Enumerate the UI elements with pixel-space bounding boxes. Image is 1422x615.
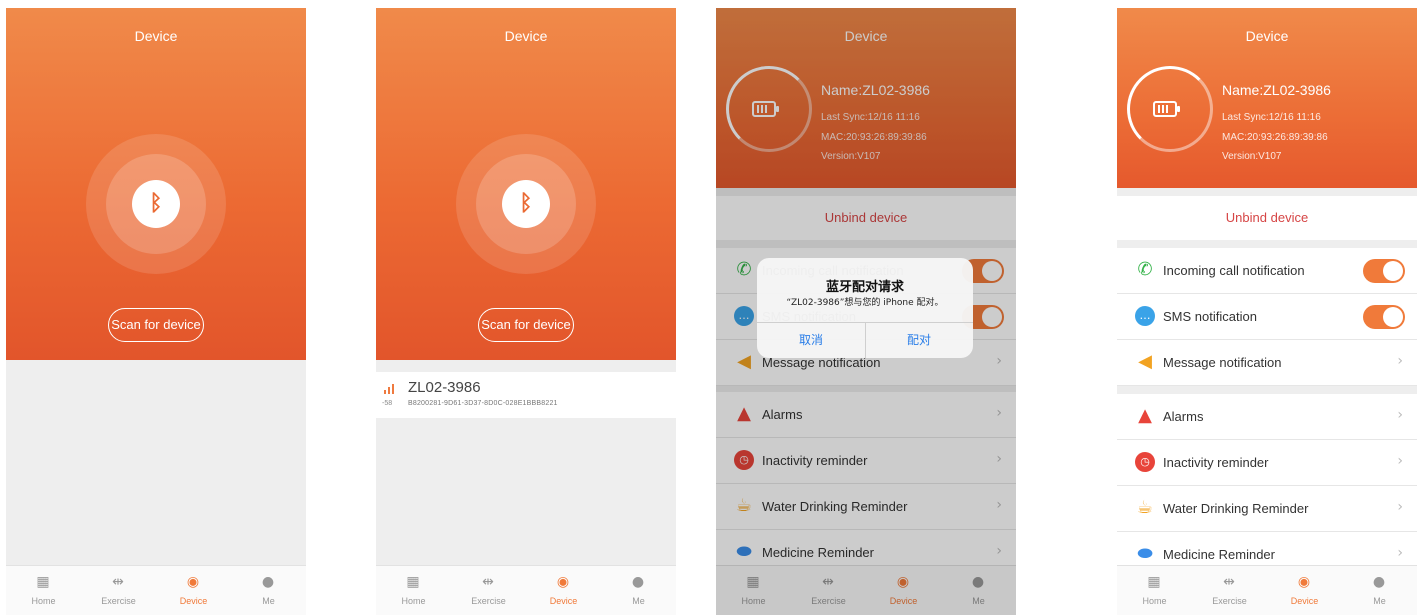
- tab-exercise[interactable]: ⇹ Exercise: [81, 566, 156, 615]
- phone-icon: ✆: [1137, 259, 1153, 280]
- tab-exercise[interactable]: ⇹ Exercise: [451, 566, 526, 615]
- device-uuid: B8200281-9D61-3D37-8D0C-028E1BBB8221: [408, 400, 558, 407]
- setting-label: Water Drinking Reminder: [1163, 501, 1309, 516]
- dumbbell-icon: ⇹: [1223, 574, 1235, 590]
- tab-label: Exercise: [1212, 596, 1247, 606]
- device-name: Name:ZL02-3986: [1222, 82, 1331, 98]
- speaker-icon: ◀: [1138, 351, 1152, 372]
- bluetooth-button[interactable]: ᛒ: [502, 180, 550, 228]
- tab-label: Me: [1373, 596, 1386, 606]
- person-icon: ●: [631, 574, 645, 590]
- chevron-right-icon: ›: [1397, 545, 1403, 561]
- phone-screen-device-info: Device Name:ZL02-3986 Last Sync:12/16 11…: [1117, 8, 1417, 615]
- tab-label: Device: [1290, 596, 1319, 606]
- dialog-pair-button[interactable]: 配对: [865, 322, 973, 358]
- tab-exercise[interactable]: ⇹ Exercise: [1192, 566, 1267, 615]
- screenshot-collage: Device ᛒ Scan for device ▦ Home ⇹ Exercise…: [0, 0, 1422, 615]
- tab-home[interactable]: ▦ Home: [376, 566, 451, 615]
- sms-icon: …: [1135, 306, 1155, 326]
- tab-bar: ▦ Home ⇹ Exercise ◉ Device ● Me: [1117, 565, 1417, 615]
- tab-label: Me: [632, 596, 645, 606]
- bell-icon: ▲: [1138, 405, 1152, 426]
- tab-home[interactable]: ▦ Home: [6, 566, 81, 615]
- tab-device[interactable]: ◉ Device: [526, 566, 601, 615]
- setting-label: SMS notification: [1163, 309, 1257, 324]
- page-title: Device: [134, 28, 178, 44]
- firmware-version: Version:V107: [1222, 151, 1282, 162]
- page-title: Device: [504, 28, 548, 44]
- found-device-row[interactable]: -58 ZL02-3986 B8200281-9D61-3D37-8D0C-02…: [376, 372, 676, 418]
- watch-icon: ◉: [556, 574, 570, 590]
- phone-screen-scan-result: Device ᛒ Scan for device -58 ZL02-3986 B…: [376, 8, 676, 615]
- setting-row-incoming-call[interactable]: ✆ Incoming call notification: [1117, 248, 1417, 294]
- grid-icon: ▦: [406, 574, 420, 590]
- tab-me[interactable]: ● Me: [601, 566, 676, 615]
- setting-row-inactivity[interactable]: ◷ Inactivity reminder ›: [1117, 440, 1417, 486]
- tab-label: Me: [262, 596, 275, 606]
- scan-for-device-button[interactable]: Scan for device: [108, 308, 204, 342]
- grid-icon: ▦: [1147, 574, 1161, 590]
- grid-icon: ▦: [36, 574, 50, 590]
- setting-row-alarms[interactable]: ▲ Alarms ›: [1117, 394, 1417, 440]
- bluetooth-button[interactable]: ᛒ: [132, 180, 180, 228]
- phone-screen-scan: Device ᛒ Scan for device ▦ Home ⇹ Exercise…: [6, 8, 306, 615]
- tab-label: Home: [401, 596, 426, 606]
- unbind-device-button[interactable]: Unbind device: [1117, 196, 1417, 240]
- dumbbell-icon: ⇹: [482, 574, 494, 590]
- setting-label: Medicine Reminder: [1163, 547, 1275, 562]
- dumbbell-icon: ⇹: [112, 574, 124, 590]
- setting-label: Incoming call notification: [1163, 263, 1305, 278]
- tab-label: Device: [549, 596, 578, 606]
- setting-row-message[interactable]: ◀ Message notification ›: [1117, 340, 1417, 386]
- incoming-call-toggle[interactable]: [1363, 259, 1405, 283]
- watch-icon: ◉: [186, 574, 200, 590]
- tab-label: Exercise: [471, 596, 506, 606]
- device-rssi: -58: [382, 400, 393, 407]
- last-sync: Last Sync:12/16 11:16: [1222, 112, 1321, 123]
- tab-device[interactable]: ◉ Device: [1267, 566, 1342, 615]
- tab-device[interactable]: ◉ Device: [156, 566, 231, 615]
- setting-label: Message notification: [1163, 355, 1282, 370]
- chevron-right-icon: ›: [1397, 453, 1403, 469]
- battery-icon: [1153, 101, 1180, 117]
- tab-label: Device: [179, 596, 208, 606]
- page-title: Device: [1245, 28, 1289, 44]
- dialog-title: 蓝牙配对请求: [825, 280, 904, 295]
- signal-strength-icon: [384, 382, 398, 394]
- phone-screen-pairing: Device Name:ZL02-3986 Last Sync:12/16 11…: [716, 8, 1016, 615]
- tab-label: Home: [1142, 596, 1167, 606]
- sms-toggle[interactable]: [1363, 305, 1405, 329]
- clock-icon: ◷: [1135, 452, 1155, 472]
- tab-bar: ▦ Home ⇹ Exercise ◉ Device ● Me: [6, 565, 306, 615]
- tab-home[interactable]: ▦ Home: [1117, 566, 1192, 615]
- dialog-message: “ZL02-3986”想与您的 iPhone 配对。: [786, 298, 944, 308]
- pill-icon: ⬬: [1137, 543, 1153, 564]
- setting-label: Inactivity reminder: [1163, 455, 1269, 470]
- mac-address: MAC:20:93:26:89:39:86: [1222, 132, 1328, 143]
- chevron-right-icon: ›: [1397, 499, 1403, 515]
- device-name: ZL02-3986: [408, 379, 481, 396]
- scan-for-device-button[interactable]: Scan for device: [478, 308, 574, 342]
- tab-me[interactable]: ● Me: [1342, 566, 1417, 615]
- dialog-cancel-button[interactable]: 取消: [757, 322, 865, 358]
- bluetooth-icon: ᛒ: [519, 191, 533, 216]
- bluetooth-icon: ᛒ: [149, 191, 163, 216]
- tab-label: Exercise: [101, 596, 136, 606]
- watch-icon: ◉: [1297, 574, 1311, 590]
- chevron-right-icon: ›: [1397, 353, 1403, 369]
- setting-row-water[interactable]: ☕ Water Drinking Reminder ›: [1117, 486, 1417, 532]
- tab-bar: ▦ Home ⇹ Exercise ◉ Device ● Me: [376, 565, 676, 615]
- tab-label: Home: [31, 596, 56, 606]
- person-icon: ●: [261, 574, 275, 590]
- tab-me[interactable]: ● Me: [231, 566, 306, 615]
- chevron-right-icon: ›: [1397, 407, 1403, 423]
- bluetooth-pair-dialog: 蓝牙配对请求 “ZL02-3986”想与您的 iPhone 配对。 取消 配对: [757, 258, 973, 358]
- cup-icon: ☕: [1136, 497, 1154, 518]
- setting-label: Alarms: [1163, 409, 1204, 424]
- setting-row-sms[interactable]: … SMS notification: [1117, 294, 1417, 340]
- person-icon: ●: [1372, 574, 1386, 590]
